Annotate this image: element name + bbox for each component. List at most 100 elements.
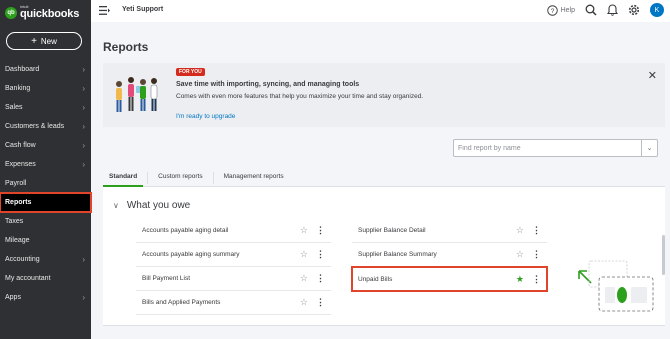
report-column-left: Accounts payable aging detail ☆ ⋮ Account… [136, 219, 331, 315]
sidebar-item-label: Mileage [5, 237, 30, 244]
more-options-icon[interactable]: ⋮ [316, 249, 325, 260]
report-link[interactable]: Accounts payable aging summary [142, 251, 240, 258]
section-toggle-what-you-owe[interactable]: ∨ What you owe [113, 200, 190, 211]
more-options-icon[interactable]: ⋮ [316, 297, 325, 308]
help-button[interactable]: ? Help [546, 4, 575, 16]
chevron-right-icon: › [82, 293, 85, 302]
sidebar-item-taxes[interactable]: Taxes [0, 212, 91, 231]
quickbooks-wordmark: quickbooks [20, 8, 80, 20]
banner-description: Comes with even more features that help … [176, 93, 424, 100]
chevron-right-icon: › [82, 84, 85, 93]
more-options-icon[interactable]: ⋮ [316, 273, 325, 284]
quickbooks-logo-badge: qb [5, 6, 17, 19]
chevron-down-icon: ∨ [113, 201, 119, 210]
tab-custom-reports[interactable]: Custom reports [152, 169, 208, 187]
chevron-right-icon: › [82, 255, 85, 264]
bell-icon[interactable] [607, 4, 618, 16]
report-link[interactable]: Supplier Balance Detail [358, 227, 426, 234]
sidebar-item-label: My accountant [5, 275, 51, 282]
section-title: What you owe [126, 200, 191, 211]
chevron-right-icon: › [82, 141, 85, 150]
star-icon[interactable]: ☆ [300, 297, 308, 308]
sidebar-item-label: Cash flow [5, 142, 36, 149]
sidebar-item-label: Accounting [5, 256, 40, 263]
report-link[interactable]: Bill Payment List [142, 275, 190, 282]
report-row-unpaid-bills[interactable]: Unpaid Bills ★ ⋮ [351, 266, 548, 292]
report-search-input[interactable] [454, 140, 639, 156]
sidebar-item-expenses[interactable]: Expenses › [0, 155, 91, 174]
gear-icon[interactable] [628, 4, 640, 16]
star-filled-icon[interactable]: ★ [516, 274, 524, 285]
star-icon[interactable]: ☆ [300, 225, 308, 236]
report-column-right: Supplier Balance Detail ☆ ⋮ Supplier Bala… [351, 219, 548, 292]
help-icon: ? [546, 4, 558, 16]
sidebar-item-label: Banking [5, 85, 31, 92]
quickbooks-logo[interactable]: qb intuit quickbooks [5, 5, 79, 20]
star-icon[interactable]: ☆ [516, 249, 524, 260]
star-icon[interactable]: ☆ [300, 273, 308, 284]
plus-icon: + [31, 35, 37, 47]
sidebar-item-my-accountant[interactable]: My accountant [0, 269, 91, 288]
report-row[interactable]: Supplier Balance Detail ☆ ⋮ [352, 219, 547, 243]
sidebar-item-label: Apps [5, 294, 21, 301]
chevron-right-icon: › [82, 122, 85, 131]
sidebar-item-label: Reports [5, 199, 32, 206]
menu-collapse-icon[interactable] [99, 6, 110, 15]
scrollbar[interactable] [662, 235, 665, 275]
sidebar-item-label: Sales [5, 104, 23, 111]
sidebar-item-label: Payroll [5, 180, 27, 187]
tab-management-reports[interactable]: Management reports [218, 169, 290, 187]
sidebar-item-payroll[interactable]: Payroll [0, 174, 91, 193]
star-icon[interactable]: ☆ [516, 225, 524, 236]
more-options-icon[interactable]: ⋮ [316, 225, 325, 236]
report-tabs: Standard Custom reports Management repor… [103, 169, 665, 187]
search-icon[interactable] [585, 4, 597, 16]
for-you-badge: FOR YOU [176, 68, 205, 76]
sidebar-item-reports[interactable]: Reports [0, 192, 92, 213]
sidebar-item-sales[interactable]: Sales › [0, 98, 91, 117]
sidebar-item-customers-leads[interactable]: Customers & leads › [0, 117, 91, 136]
report-link[interactable]: Supplier Balance Summary [358, 251, 437, 258]
sidebar-nav: Dashboard › Banking › Sales › Customers & l… [0, 60, 92, 307]
close-icon[interactable]: ✕ [648, 69, 657, 82]
more-options-icon[interactable]: ⋮ [532, 274, 541, 285]
report-row[interactable]: Bills and Applied Payments ☆ ⋮ [136, 291, 331, 315]
sidebar-item-cash-flow[interactable]: Cash flow › [0, 136, 91, 155]
sidebar-item-dashboard[interactable]: Dashboard › [0, 60, 91, 79]
sidebar-item-label: Dashboard [5, 66, 40, 73]
sidebar-item-mileage[interactable]: Mileage [0, 231, 91, 250]
chevron-right-icon: › [82, 65, 85, 74]
tab-divider [147, 172, 149, 184]
report-row[interactable]: Supplier Balance Summary ☆ ⋮ [352, 243, 547, 267]
banner-title: Save time with importing, syncing, and m… [176, 81, 360, 88]
chevron-down-icon[interactable]: ⌄ [641, 140, 657, 156]
reports-panel: ∨ What you owe Accounts payable aging de… [103, 187, 665, 326]
people-illustration-icon [116, 77, 158, 112]
more-options-icon[interactable]: ⋮ [532, 225, 541, 236]
report-row[interactable]: Accounts payable aging detail ☆ ⋮ [136, 219, 331, 243]
new-button[interactable]: + New [6, 32, 82, 50]
report-link[interactable]: Unpaid Bills [358, 276, 392, 283]
upgrade-banner: FOR YOU Save time with importing, syncin… [103, 63, 665, 127]
tab-divider [212, 172, 214, 184]
report-search: ⌄ [453, 139, 658, 157]
new-button-label: New [40, 36, 57, 46]
sidebar-item-label: Taxes [5, 218, 24, 225]
upgrade-link[interactable]: I'm ready to upgrade [176, 113, 235, 120]
star-icon[interactable]: ☆ [300, 249, 308, 260]
page-title: Reports [103, 40, 149, 54]
report-row[interactable]: Bill Payment List ☆ ⋮ [136, 267, 331, 291]
svg-text:?: ? [550, 7, 554, 14]
report-link[interactable]: Accounts payable aging detail [142, 227, 228, 234]
top-bar: Yeti Support ? Help K [91, 0, 670, 22]
tab-standard[interactable]: Standard [103, 169, 144, 187]
more-options-icon[interactable]: ⋮ [532, 249, 541, 260]
sidebar-item-apps[interactable]: Apps › [0, 288, 91, 307]
company-name[interactable]: Yeti Support [122, 6, 163, 13]
avatar[interactable]: K [650, 3, 664, 17]
sidebar-item-banking[interactable]: Banking › [0, 79, 91, 98]
sidebar-item-accounting[interactable]: Accounting › [0, 250, 91, 269]
report-link[interactable]: Bills and Applied Payments [142, 299, 220, 306]
sidebar: qb intuit quickbooks + New Dashboard › Ba… [0, 0, 92, 339]
report-row[interactable]: Accounts payable aging summary ☆ ⋮ [136, 243, 331, 267]
